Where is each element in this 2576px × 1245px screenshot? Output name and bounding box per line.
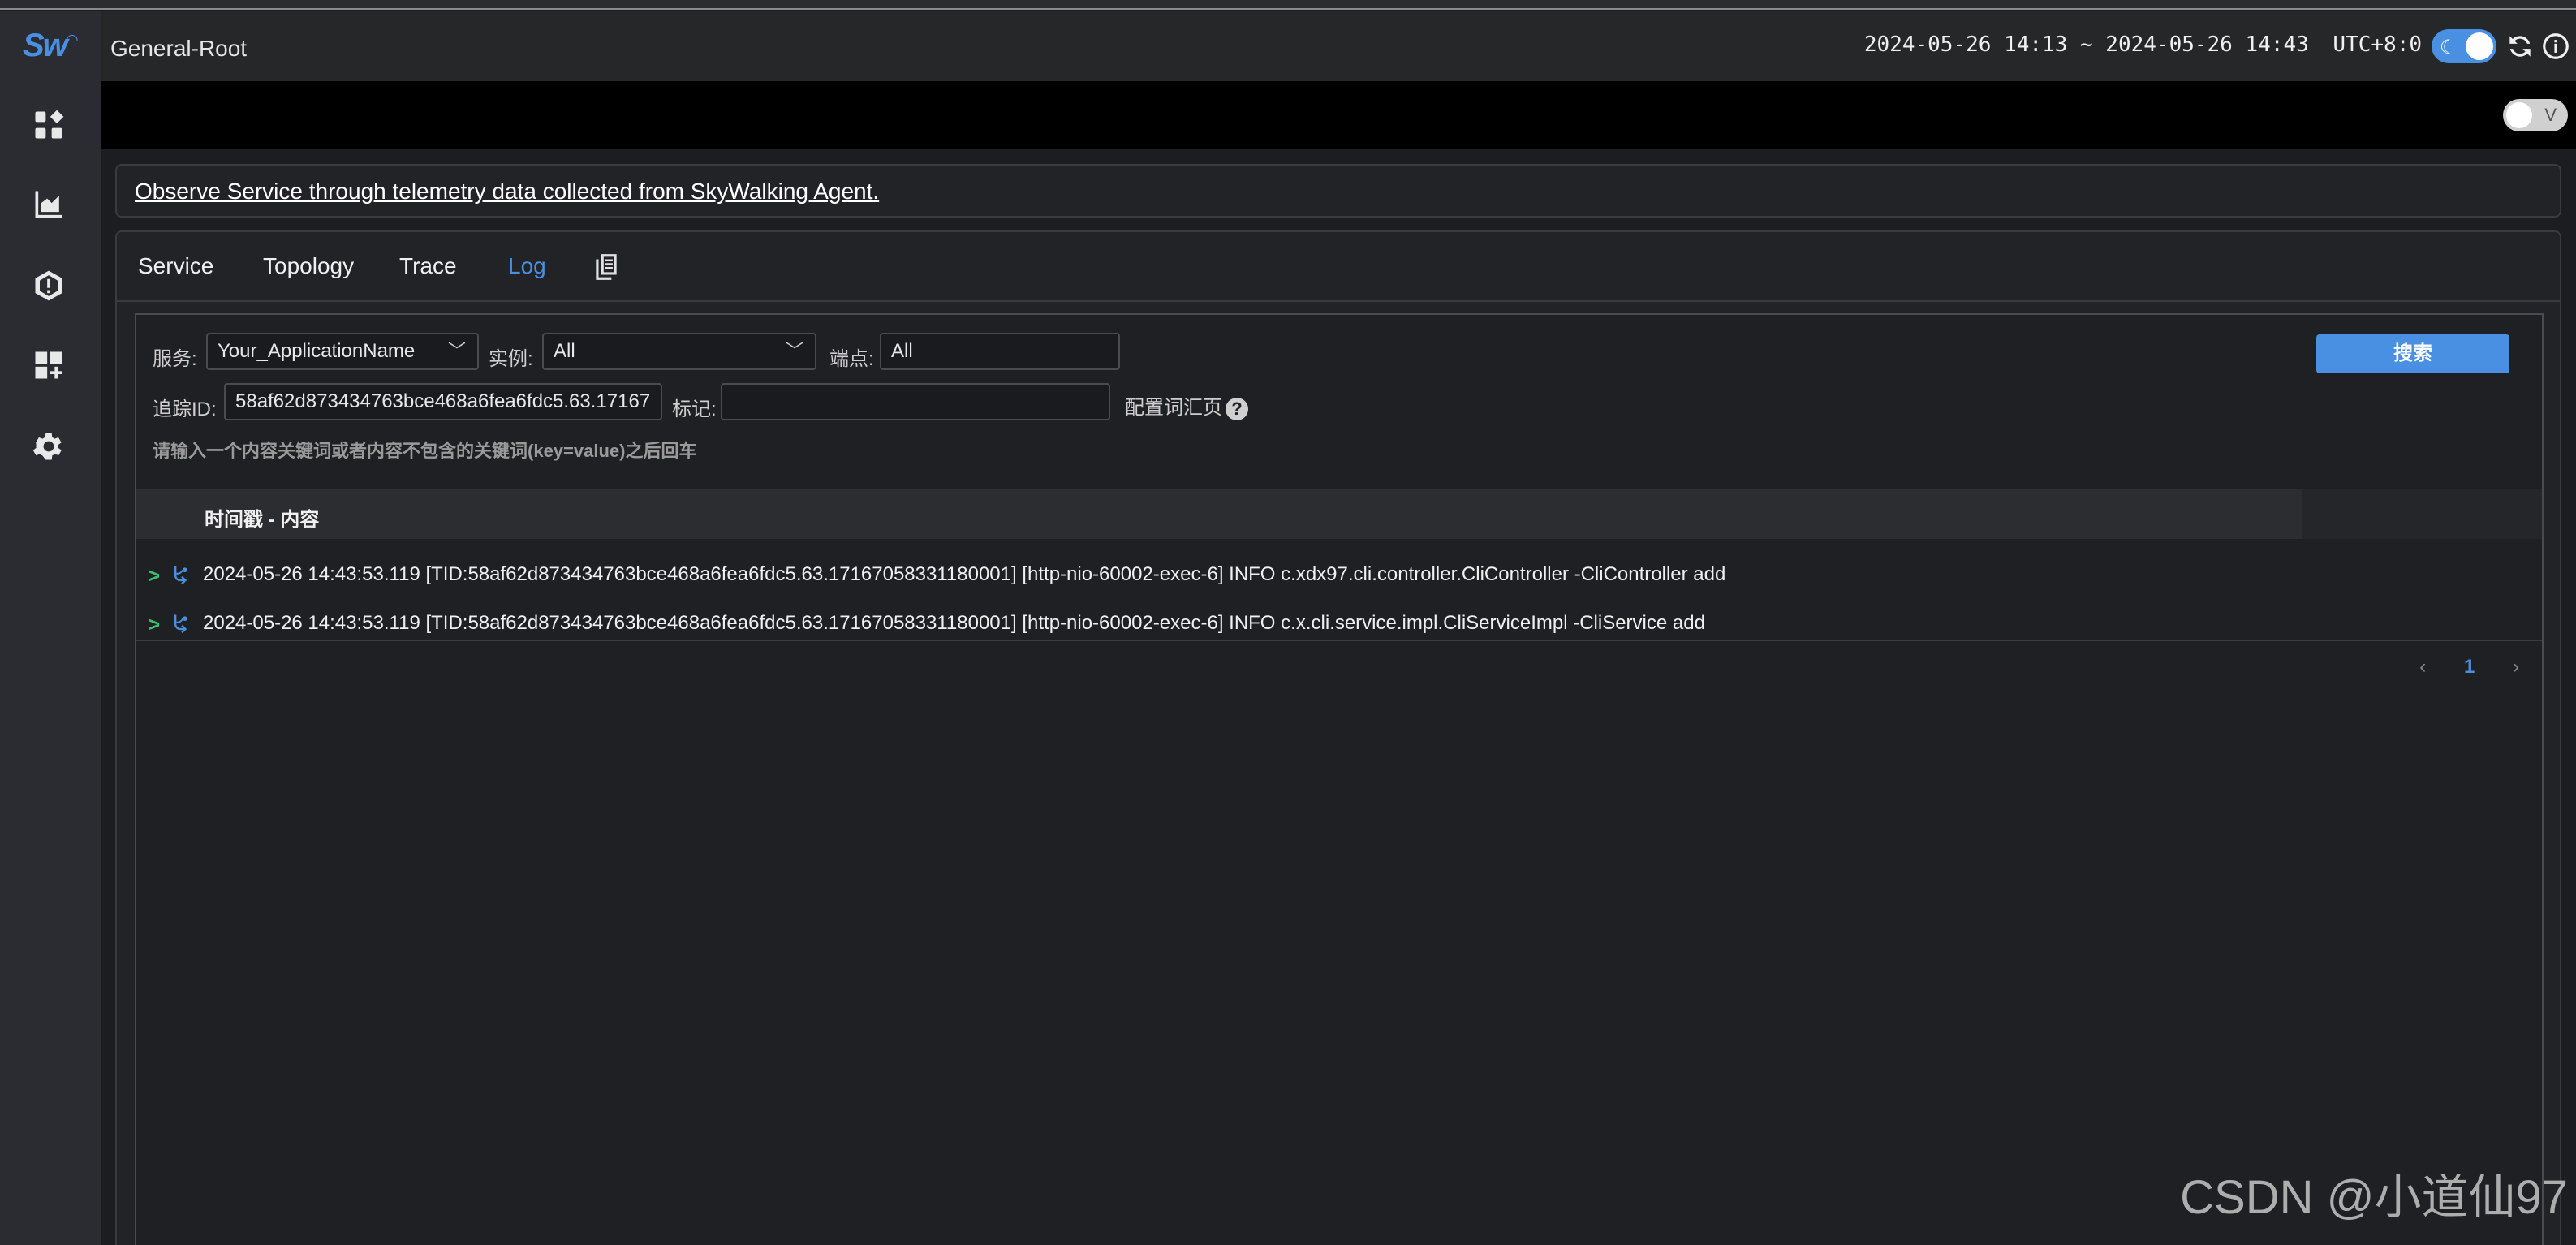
service-label: 服务:: [153, 348, 197, 370]
dashboard-icon[interactable]: [31, 107, 67, 143]
chevron-down-icon: ﹀: [447, 341, 466, 361]
moon-icon: ☾: [2440, 37, 2458, 58]
refresh-icon[interactable]: [2505, 31, 2535, 62]
log-row-text: 2024-05-26 14:43:53.119 [TID:58af62d8734…: [203, 612, 1705, 634]
help-icon[interactable]: ?: [1226, 397, 1248, 420]
chart-icon[interactable]: [31, 187, 67, 222]
skywalking-logo[interactable]: Sw◠: [23, 28, 78, 64]
tab-log[interactable]: Log: [508, 253, 546, 279]
log-row[interactable]: > 2024-05-26 14:43:53.119 [TID:58af62d87…: [136, 550, 2542, 599]
trace-id-label: 追踪ID:: [153, 398, 217, 420]
trace-branch-icon[interactable]: [169, 612, 192, 635]
tab-service[interactable]: Service: [138, 253, 213, 279]
info-icon[interactable]: [2540, 31, 2571, 62]
instance-label: 实例:: [489, 348, 533, 370]
toggle-knob: [2466, 32, 2493, 60]
sidebar: Sw◠: [0, 11, 101, 1245]
layer-description: Observe Service through telemetry data c…: [115, 164, 2561, 218]
tab-trace[interactable]: Trace: [399, 253, 457, 279]
timezone-text: UTC+8:0: [2333, 32, 2422, 57]
tags-label: 标记:: [672, 398, 717, 420]
view-mode-toggle[interactable]: V: [2503, 99, 2568, 131]
tab-bar: Service Topology Trace Log: [117, 232, 2560, 302]
csdn-watermark: CSDN @小道仙97: [2180, 1171, 2568, 1224]
config-link[interactable]: 配置词汇页?: [1125, 391, 1248, 420]
config-link-text[interactable]: 配置词汇页: [1125, 397, 1222, 419]
endpoint-input[interactable]: All: [880, 333, 1120, 370]
toggle-knob: [2506, 102, 2532, 128]
endpoint-label: 端点:: [829, 348, 874, 370]
table-header-extra: [2302, 489, 2542, 539]
trace-branch-icon[interactable]: [169, 563, 192, 586]
trace-id-value: 58af62d873434763bce468a6fea6fdc5.63.1716…: [235, 390, 651, 412]
tags-input[interactable]: [721, 383, 1110, 420]
instance-value: All: [554, 340, 575, 362]
dark-mode-toggle[interactable]: ☾: [2432, 29, 2496, 63]
expand-arrow-icon[interactable]: >: [148, 612, 160, 637]
table-header: 时间戳 - 内容: [136, 489, 2542, 539]
time-range-picker[interactable]: 2024-05-26 14:13 ~ 2024-05-26 14:43 UTC+…: [1864, 32, 2422, 57]
pagination: ‹ 1 ›: [2387, 656, 2519, 679]
time-range-text[interactable]: 2024-05-26 14:13 ~ 2024-05-26 14:43: [1864, 32, 2309, 57]
toolbar-bar: V: [101, 81, 2576, 149]
column-header-timestamp-content: 时间戳 - 内容: [205, 509, 320, 531]
endpoint-value: All: [891, 340, 913, 362]
chevron-down-icon: ﹀: [785, 341, 803, 361]
search-button[interactable]: 搜索: [2316, 334, 2509, 373]
page-number-current[interactable]: 1: [2464, 656, 2475, 678]
service-value: Your_ApplicationName: [218, 340, 416, 362]
tab-topology[interactable]: Topology: [263, 253, 354, 279]
top-header: General-Root 2024-05-26 14:13 ~ 2024-05-…: [101, 11, 2576, 81]
window-top-edge: [0, 0, 2576, 10]
log-row-text: 2024-05-26 14:43:53.119 [TID:58af62d8734…: [203, 563, 1726, 585]
expand-arrow-icon[interactable]: >: [148, 563, 160, 588]
instance-select[interactable]: All ﹀: [542, 333, 816, 370]
settings-gear-icon[interactable]: [31, 429, 67, 464]
next-page-icon[interactable]: ›: [2513, 656, 2519, 678]
table-divider: [136, 640, 2542, 641]
add-dashboard-icon[interactable]: [31, 347, 67, 383]
copy-icon[interactable]: [591, 252, 622, 282]
page-breadcrumb: General-Root: [110, 36, 248, 61]
prev-page-icon[interactable]: ‹: [2419, 656, 2426, 678]
view-mode-label: V: [2544, 105, 2557, 125]
service-select[interactable]: Your_ApplicationName ﹀: [206, 333, 479, 370]
alert-icon[interactable]: [31, 268, 67, 304]
description-link[interactable]: Observe Service through telemetry data c…: [135, 179, 879, 205]
trace-id-input[interactable]: 58af62d873434763bce468a6fea6fdc5.63.1716…: [224, 383, 662, 420]
log-widget: 服务: Your_ApplicationName ﹀ 实例: All ﹀ 端点:…: [135, 313, 2544, 1245]
keyword-hint: 请输入一个内容关键词或者内容不包含的关键词(key=value)之后回车: [153, 441, 697, 461]
